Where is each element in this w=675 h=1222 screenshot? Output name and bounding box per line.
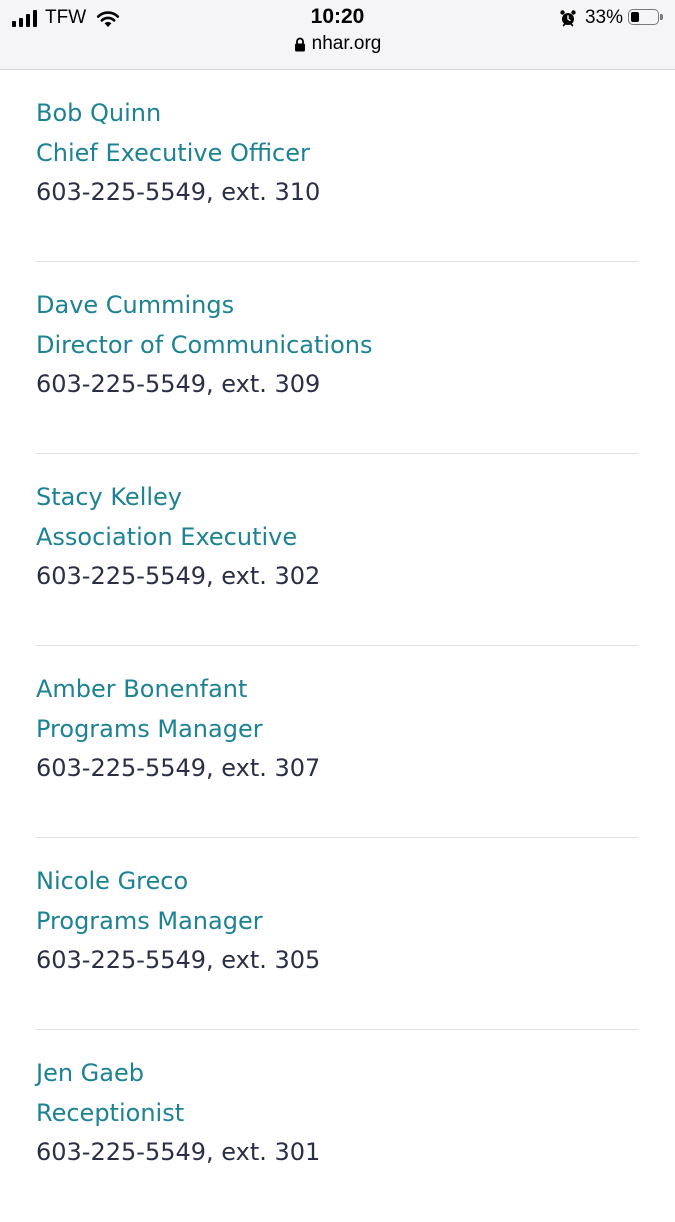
staff-title-link[interactable]: Director of Communications bbox=[36, 326, 638, 366]
staff-name-link[interactable]: Jen Gaeb bbox=[36, 1054, 638, 1094]
staff-entry: Stacy Kelley Association Executive 603-2… bbox=[36, 454, 638, 646]
status-right: 33% bbox=[559, 6, 664, 30]
staff-phone: 603-225-5549, ext. 307 bbox=[36, 754, 321, 782]
staff-title-link[interactable]: Association Executive bbox=[36, 518, 638, 558]
staff-entry: Amber Bonenfant Programs Manager 603-225… bbox=[36, 646, 638, 838]
staff-list: Bob Quinn Chief Executive Officer 603-22… bbox=[36, 70, 638, 1222]
staff-entry: Dave Cummings Director of Communications… bbox=[36, 262, 638, 454]
staff-title-link[interactable]: Programs Manager bbox=[36, 902, 638, 942]
staff-entry: Nicole Greco Programs Manager 603-225-55… bbox=[36, 838, 638, 1030]
alarm-icon bbox=[560, 10, 576, 27]
staff-phone: 603-225-5549, ext. 309 bbox=[36, 370, 321, 398]
staff-phone: 603-225-5549, ext. 302 bbox=[36, 562, 321, 590]
lock-icon bbox=[294, 37, 305, 51]
staff-title-link[interactable]: Chief Executive Officer bbox=[36, 134, 638, 174]
status-bar: TFW 10:20 nhar.org 33% bbox=[0, 0, 675, 70]
staff-entry: Jen Gaeb Receptionist 603-225-5549, ext.… bbox=[36, 1030, 638, 1222]
address-bar[interactable]: nhar.org bbox=[0, 33, 675, 55]
staff-title-link[interactable]: Programs Manager bbox=[36, 710, 638, 750]
staff-phone: 603-225-5549, ext. 301 bbox=[36, 1138, 321, 1166]
battery-percent: 33% bbox=[584, 7, 623, 28]
staff-name-link[interactable]: Nicole Greco bbox=[36, 862, 638, 902]
staff-entry: Bob Quinn Chief Executive Officer 603-22… bbox=[36, 70, 638, 262]
staff-title-link[interactable]: Receptionist bbox=[36, 1094, 638, 1134]
url-text[interactable]: nhar.org bbox=[312, 33, 382, 55]
staff-phone: 603-225-5549, ext. 305 bbox=[36, 946, 321, 974]
staff-name-link[interactable]: Bob Quinn bbox=[36, 94, 638, 134]
staff-name-link[interactable]: Stacy Kelley bbox=[36, 478, 638, 518]
battery-icon bbox=[628, 9, 664, 27]
staff-phone: 603-225-5549, ext. 310 bbox=[36, 178, 321, 206]
staff-name-link[interactable]: Dave Cummings bbox=[36, 286, 638, 326]
staff-name-link[interactable]: Amber Bonenfant bbox=[36, 670, 638, 710]
battery-level-fill bbox=[631, 12, 639, 22]
